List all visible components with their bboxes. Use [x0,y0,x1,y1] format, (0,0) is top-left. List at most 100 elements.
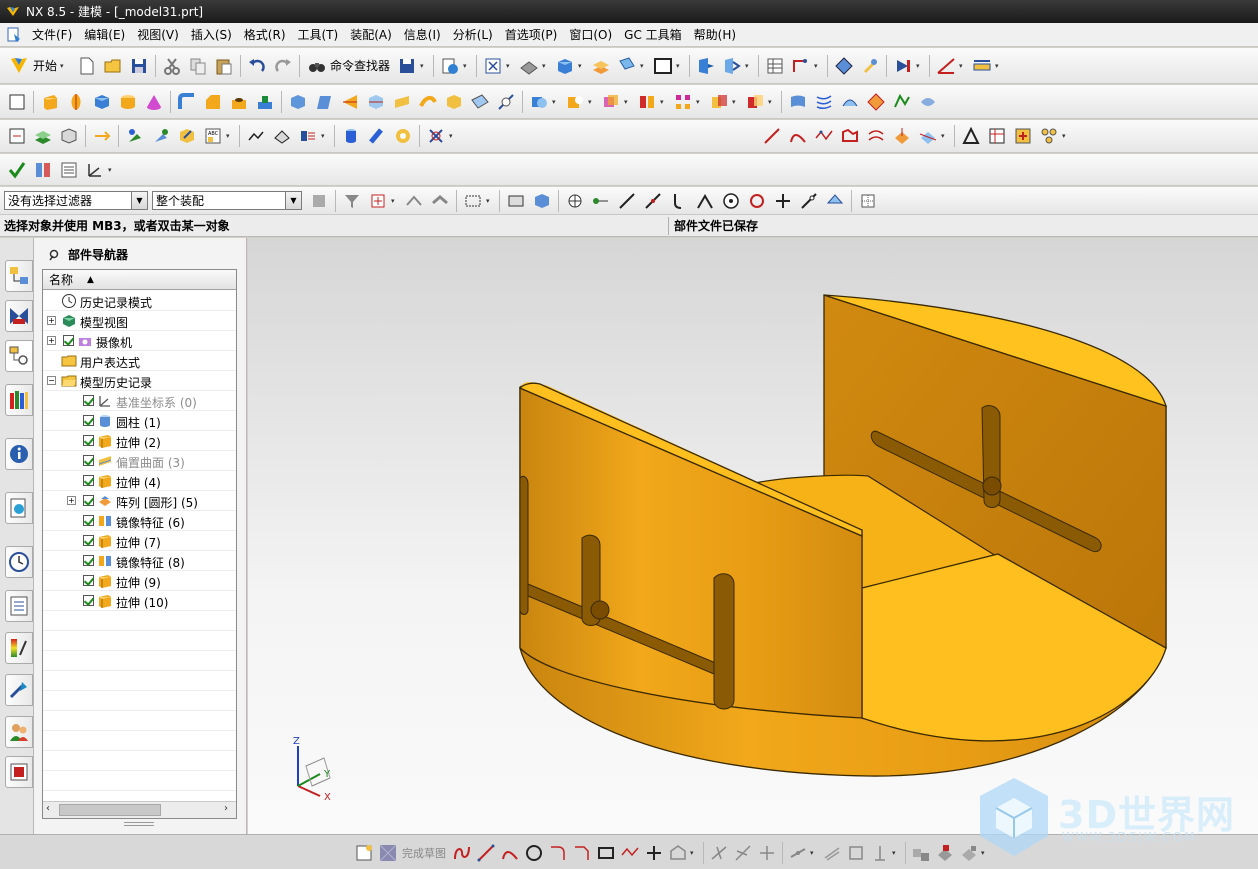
measure-distance-icon[interactable] [969,53,995,79]
visibility-checkbox[interactable] [83,575,94,586]
studio-surface-icon[interactable] [837,89,863,115]
visibility-checkbox[interactable] [83,595,94,606]
check-geometry-icon[interactable] [4,157,30,183]
save-options-icon[interactable] [394,53,420,79]
menu-assembly[interactable]: 装配(A) [344,24,398,45]
edit-feature-parameters-icon[interactable] [4,123,30,149]
add-point-icon[interactable] [1010,123,1036,149]
cylinder-solid-icon[interactable] [338,123,364,149]
thicken-icon[interactable] [415,89,441,115]
snap-on-face-icon[interactable] [822,188,848,214]
cut-icon[interactable] [159,53,185,79]
snap-existing-point-icon[interactable] [770,188,796,214]
horizontal-scrollbar[interactable]: ‹ › [43,801,236,818]
arc-tool-icon[interactable] [785,123,811,149]
spreadsheet-icon[interactable] [762,53,788,79]
sew-icon[interactable] [441,89,467,115]
save-icon[interactable] [126,53,152,79]
instance-geometry-icon[interactable] [706,89,732,115]
redo-icon[interactable] [270,53,296,79]
rectangle-icon[interactable] [594,840,618,866]
command-finder-button[interactable]: 命令查找器 [303,53,394,79]
trim-body-icon[interactable] [337,89,363,115]
feature-table-icon[interactable]: ABC [200,123,226,149]
part-navigator-tab[interactable] [5,340,33,372]
dropdown-arrow-icon[interactable]: ▾ [768,98,776,106]
solid-filter-icon[interactable] [427,188,453,214]
thread-icon[interactable] [390,123,416,149]
show-constraints-icon[interactable] [844,840,868,866]
through-curves-icon[interactable] [811,89,837,115]
navigator-row[interactable]: 偏置曲面 (3) [43,451,236,471]
snap-mid-icon[interactable] [640,188,666,214]
dropdown-arrow-icon[interactable]: ▾ [1062,132,1070,140]
tube-icon[interactable] [364,123,390,149]
assembly-navigator-tab[interactable] [5,260,33,292]
suppress-feature-icon[interactable] [122,123,148,149]
visibility-checkbox[interactable] [83,495,94,506]
sketch-icon[interactable] [352,840,376,866]
pattern-tool-icon[interactable] [670,89,696,115]
name-column-header[interactable]: 名称 ▲ [43,270,236,290]
dropdown-arrow-icon[interactable]: ▾ [321,132,329,140]
navigator-row[interactable]: 拉伸 (9) [43,571,236,591]
components-list-icon[interactable] [56,157,82,183]
delete-body-icon[interactable] [423,123,449,149]
layer-stack-icon[interactable] [30,123,56,149]
ruled-surface-icon[interactable] [785,89,811,115]
polygon-icon[interactable] [618,840,642,866]
menu-view[interactable]: 视图(V) [131,24,185,45]
fillet-icon[interactable] [546,840,570,866]
navigator-row[interactable]: + 摄像机 [43,331,236,351]
reorder-feature-icon[interactable] [174,123,200,149]
menu-help[interactable]: 帮助(H) [688,24,742,45]
face-rule-icon[interactable] [503,188,529,214]
nsided-surface-icon[interactable] [889,89,915,115]
curve-filter-icon[interactable] [401,188,427,214]
dropdown-arrow-icon[interactable]: ▾ [588,98,596,106]
model-view[interactable]: Z X Y [248,238,1258,834]
dropdown-arrow-icon[interactable]: ▾ [624,98,632,106]
edit-object-icon[interactable] [857,53,883,79]
layer-settings-icon[interactable] [588,53,614,79]
scroll-thumb[interactable] [59,804,161,816]
quick-trim-icon[interactable] [707,840,731,866]
hole-icon[interactable] [226,89,252,115]
playback-icon[interactable] [890,53,916,79]
edit-sketch-icon[interactable] [243,123,269,149]
visibility-checkbox[interactable] [83,515,94,526]
dropdown-arrow-icon[interactable]: ▾ [486,197,494,205]
snap-point-toggle-icon[interactable] [562,188,588,214]
body-rule-icon[interactable] [529,188,555,214]
chamfer-icon[interactable] [570,840,594,866]
cone-icon[interactable] [141,89,167,115]
navigator-row[interactable]: 用户表达式 [43,351,236,371]
select-components-icon[interactable] [306,188,332,214]
datum-plane-icon[interactable] [467,89,493,115]
project-curve-icon[interactable] [889,123,915,149]
menu-information[interactable]: 信息(I) [398,24,447,45]
expression-icon[interactable] [831,53,857,79]
line-icon[interactable] [474,840,498,866]
graphics-window[interactable]: Z X Y [248,238,1258,834]
assembly-constraints-icon[interactable] [30,157,56,183]
edge-blend-icon[interactable] [174,89,200,115]
offset-curve-icon[interactable] [666,840,690,866]
mirror-body-icon[interactable] [634,89,660,115]
measure-angle-icon[interactable] [933,53,959,79]
triangle-icon[interactable] [958,123,984,149]
collapse-icon[interactable]: − [47,376,56,385]
replay-icon[interactable] [56,123,82,149]
intersection-curve-icon[interactable] [915,123,941,149]
history-tab[interactable] [5,546,33,578]
document-menu-icon[interactable] [6,27,22,43]
revolve-icon[interactable] [63,89,89,115]
new-file-icon[interactable] [74,53,100,79]
draft-icon[interactable] [311,89,337,115]
visibility-checkbox[interactable] [83,435,94,446]
navigator-row[interactable]: 镜像特征 (6) [43,511,236,531]
unsuppress-feature-icon[interactable] [148,123,174,149]
shell-icon[interactable] [285,89,311,115]
intersect-icon[interactable] [598,89,624,115]
paste-icon[interactable] [211,53,237,79]
